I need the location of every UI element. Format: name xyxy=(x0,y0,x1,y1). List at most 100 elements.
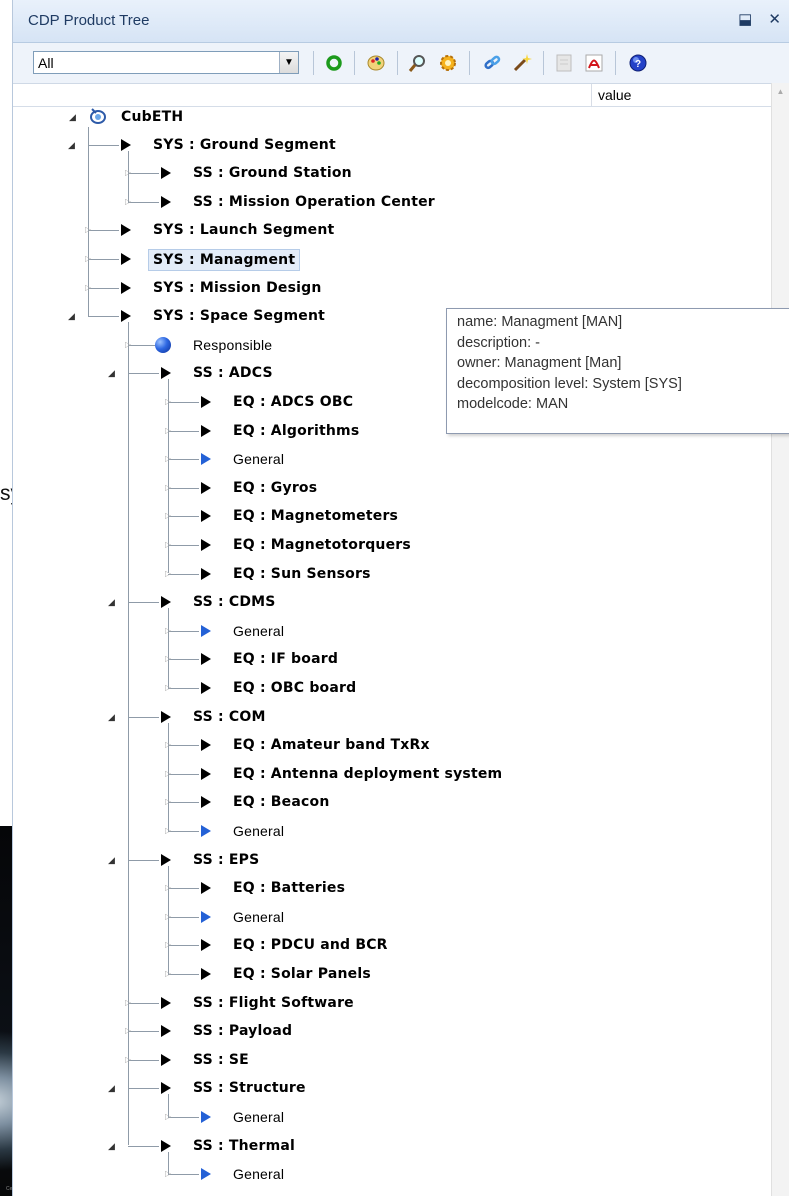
collapse-icon[interactable]: ◢ xyxy=(108,1083,115,1094)
tree-node-row[interactable]: ▷ General xyxy=(13,1105,753,1129)
tree-node-row[interactable]: ▷ EQ : IF board xyxy=(13,647,753,671)
refresh-icon[interactable] xyxy=(323,52,345,74)
expand-icon[interactable]: ▷ xyxy=(165,797,171,806)
tree-root-row[interactable]: ◢ CubETH xyxy=(13,105,753,129)
expand-icon[interactable]: ▷ xyxy=(125,1026,131,1035)
node-arrow-icon xyxy=(161,996,171,1009)
expand-icon[interactable]: ▷ xyxy=(125,1055,131,1064)
expand-icon[interactable]: ▷ xyxy=(165,969,171,978)
expand-icon[interactable]: ▷ xyxy=(165,511,171,520)
collapse-icon[interactable]: ◢ xyxy=(68,311,75,322)
expand-icon[interactable]: ▷ xyxy=(85,283,91,292)
toolbar-separator xyxy=(543,51,544,75)
expand-icon[interactable]: ▷ xyxy=(165,912,171,921)
tree-node-row[interactable]: ▷ EQ : Magnetotorquers xyxy=(13,533,753,557)
column-divider[interactable] xyxy=(591,84,592,106)
tree-node-row[interactable]: ▷ General xyxy=(13,905,753,929)
find-icon[interactable] xyxy=(407,52,429,74)
collapse-icon[interactable]: ◢ xyxy=(69,112,76,123)
expand-icon[interactable]: ▷ xyxy=(85,254,91,263)
vertical-scrollbar[interactable]: ▲ xyxy=(771,83,789,1196)
expand-icon[interactable]: ▷ xyxy=(125,998,131,1007)
tree-node-label: EQ : Beacon xyxy=(233,794,330,811)
expand-icon[interactable]: ▷ xyxy=(165,940,171,949)
tree-node-row[interactable]: ▷ SYS : Mission Design xyxy=(13,276,753,300)
expand-icon[interactable]: ▷ xyxy=(85,225,91,234)
expand-icon[interactable]: ▷ xyxy=(165,540,171,549)
collapse-icon[interactable]: ◢ xyxy=(108,1141,115,1152)
expand-icon[interactable]: ▷ xyxy=(165,883,171,892)
tree-node-row[interactable]: ◢ SS : Thermal xyxy=(13,1134,753,1158)
expand-icon[interactable]: ▷ xyxy=(165,654,171,663)
tree-node-row[interactable]: ▷ SS : Mission Operation Center xyxy=(13,190,753,214)
node-arrow-icon xyxy=(201,567,211,580)
expand-icon[interactable]: ▷ xyxy=(165,483,171,492)
wand-icon[interactable] xyxy=(511,52,533,74)
collapse-icon[interactable]: ◢ xyxy=(108,855,115,866)
general-node-icon xyxy=(201,1110,211,1123)
tree-node-row[interactable]: ◢ SS : COM xyxy=(13,705,753,729)
tree-node-row[interactable]: ▷ EQ : Amateur band TxRx xyxy=(13,733,753,757)
expand-icon[interactable]: ▷ xyxy=(165,426,171,435)
collapse-icon[interactable]: ◢ xyxy=(108,712,115,723)
expand-icon[interactable]: ▷ xyxy=(165,769,171,778)
filter-select[interactable]: All ▼ xyxy=(33,51,299,74)
tree-node-row[interactable]: ▷ EQ : Sun Sensors xyxy=(13,562,753,586)
expand-icon[interactable]: ▷ xyxy=(165,740,171,749)
tree-node-row[interactable]: ▷ General xyxy=(13,819,753,843)
expand-icon[interactable]: ▷ xyxy=(165,626,171,635)
expand-icon[interactable]: ▷ xyxy=(165,397,171,406)
node-arrow-icon xyxy=(201,424,211,437)
tree-node-row[interactable]: ▷ SS : SE xyxy=(13,1048,753,1072)
tree-node-row[interactable]: ◢ SS : Structure xyxy=(13,1076,753,1100)
toolbar-separator xyxy=(397,51,398,75)
expand-icon[interactable]: ▷ xyxy=(125,197,131,206)
expand-icon[interactable]: ▷ xyxy=(125,340,131,349)
expand-icon[interactable]: ▷ xyxy=(165,569,171,578)
tree-node-row[interactable]: ◢ SS : EPS xyxy=(13,848,753,872)
node-arrow-icon xyxy=(201,538,211,551)
pin-icon[interactable]: ⬓ xyxy=(738,11,752,28)
expand-icon[interactable]: ▷ xyxy=(165,454,171,463)
tree-node-row[interactable]: ▷ EQ : Antenna deployment system xyxy=(13,762,753,786)
tree-node-row[interactable]: ▷ EQ : Beacon xyxy=(13,790,753,814)
palette-icon[interactable] xyxy=(365,52,387,74)
value-column-header[interactable]: value xyxy=(598,87,631,103)
report-icon[interactable] xyxy=(553,52,575,74)
node-arrow-icon xyxy=(201,739,211,752)
tree-node-row[interactable]: ◢ SS : CDMS xyxy=(13,590,753,614)
scroll-up-icon[interactable]: ▲ xyxy=(772,87,789,96)
close-icon[interactable]: ✕ xyxy=(768,11,781,28)
tree-node-row[interactable]: ▷ SYS : Launch Segment xyxy=(13,218,753,242)
tree-node-row[interactable]: ◢ SYS : Ground Segment xyxy=(13,133,753,157)
tree-node-row[interactable]: ▷ SS : Payload xyxy=(13,1019,753,1043)
help-icon[interactable]: ? xyxy=(627,52,649,74)
tree-node-label: General xyxy=(233,908,285,925)
tree-node-row[interactable]: ▷ SYS : Managment xyxy=(13,247,753,271)
link-icon[interactable] xyxy=(481,52,503,74)
expand-icon[interactable]: ▷ xyxy=(165,826,171,835)
tree-node-row[interactable]: ▷ EQ : Batteries xyxy=(13,876,753,900)
tree-node-row[interactable]: ▷ General xyxy=(13,1162,753,1186)
tree-node-row[interactable]: ▷ EQ : Solar Panels xyxy=(13,962,753,986)
expand-icon[interactable]: ▷ xyxy=(125,168,131,177)
expand-icon[interactable]: ▷ xyxy=(165,1112,171,1121)
node-arrow-icon xyxy=(161,367,171,380)
collapse-icon[interactable]: ◢ xyxy=(108,597,115,608)
chevron-down-icon[interactable]: ▼ xyxy=(279,52,298,73)
expand-icon[interactable]: ▷ xyxy=(165,1169,171,1178)
pdf-icon[interactable] xyxy=(583,52,605,74)
tree-node-row[interactable]: ▷ EQ : Magnetometers xyxy=(13,504,753,528)
tree-node-row[interactable]: ▷ EQ : PDCU and BCR xyxy=(13,933,753,957)
collapse-icon[interactable]: ◢ xyxy=(68,140,75,151)
tree-node-row[interactable]: ▷ EQ : Gyros xyxy=(13,476,753,500)
tree-node-row[interactable]: ▷ General xyxy=(13,619,753,643)
collapse-icon[interactable]: ◢ xyxy=(108,368,115,379)
tree-node-row[interactable]: ▷ EQ : OBC board xyxy=(13,676,753,700)
tree-node-row[interactable]: ▷ SS : Flight Software xyxy=(13,991,753,1015)
tree-node-label: General xyxy=(233,1108,285,1125)
tree-node-row[interactable]: ▷ SS : Ground Station xyxy=(13,161,753,185)
expand-icon[interactable]: ▷ xyxy=(165,683,171,692)
tree-node-row[interactable]: ▷ General xyxy=(13,447,753,471)
settings-icon[interactable] xyxy=(437,52,459,74)
